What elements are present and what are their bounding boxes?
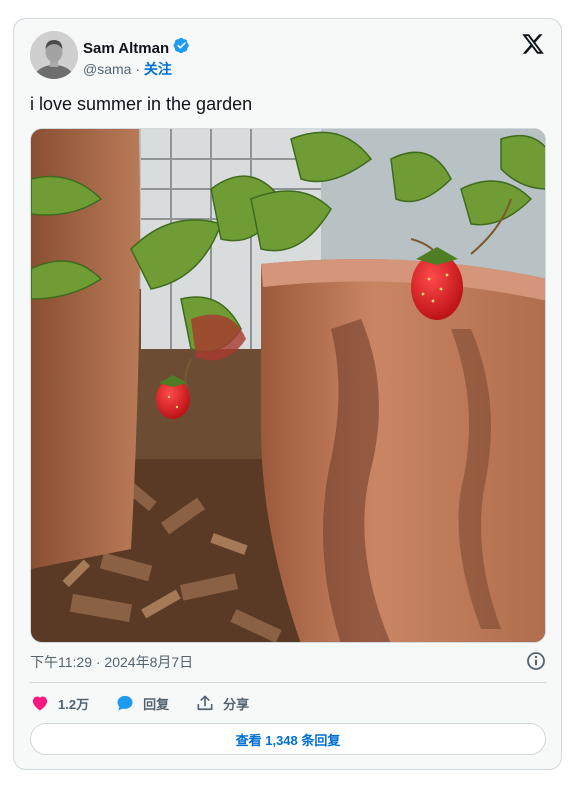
share-icon	[195, 693, 215, 713]
speech-bubble-icon	[115, 693, 135, 713]
handle-separator: ·	[131, 61, 144, 77]
reply-button[interactable]: 回复	[115, 693, 169, 713]
tweet-card: Sam Altman @sama · 关注 i love summer in t…	[13, 18, 562, 770]
heart-icon	[30, 693, 50, 713]
avatar-image	[30, 31, 78, 79]
author-handle-row: @sama · 关注	[83, 59, 172, 79]
reply-label: 回复	[143, 696, 170, 712]
avatar[interactable]	[30, 31, 78, 79]
tweet-meta: 下午11:29 · 2024年8月7日	[30, 652, 546, 672]
author-name[interactable]: Sam Altman	[83, 40, 169, 57]
info-icon[interactable]	[526, 651, 546, 671]
tweet-photo[interactable]	[30, 128, 546, 643]
view-replies-button[interactable]: 查看 1,348 条回复	[30, 723, 546, 755]
like-button[interactable]: 1.2万	[30, 693, 89, 713]
x-logo-icon[interactable]	[521, 32, 545, 56]
author-handle[interactable]: @sama	[83, 61, 131, 77]
share-label: 分享	[223, 696, 250, 712]
action-bar: 1.2万 回复 分享	[30, 691, 249, 715]
strawberry-garden-photo	[31, 129, 545, 642]
tweet-text: i love summer in the garden	[30, 94, 253, 114]
share-button[interactable]: 分享	[195, 693, 249, 713]
follow-button[interactable]: 关注	[144, 61, 172, 77]
divider	[30, 682, 546, 683]
tweet-timestamp[interactable]: 下午11:29 · 2024年8月7日	[30, 654, 193, 670]
like-count: 1.2万	[58, 696, 90, 712]
author-name-row: Sam Altman	[83, 37, 190, 59]
verified-badge-icon	[173, 37, 190, 59]
